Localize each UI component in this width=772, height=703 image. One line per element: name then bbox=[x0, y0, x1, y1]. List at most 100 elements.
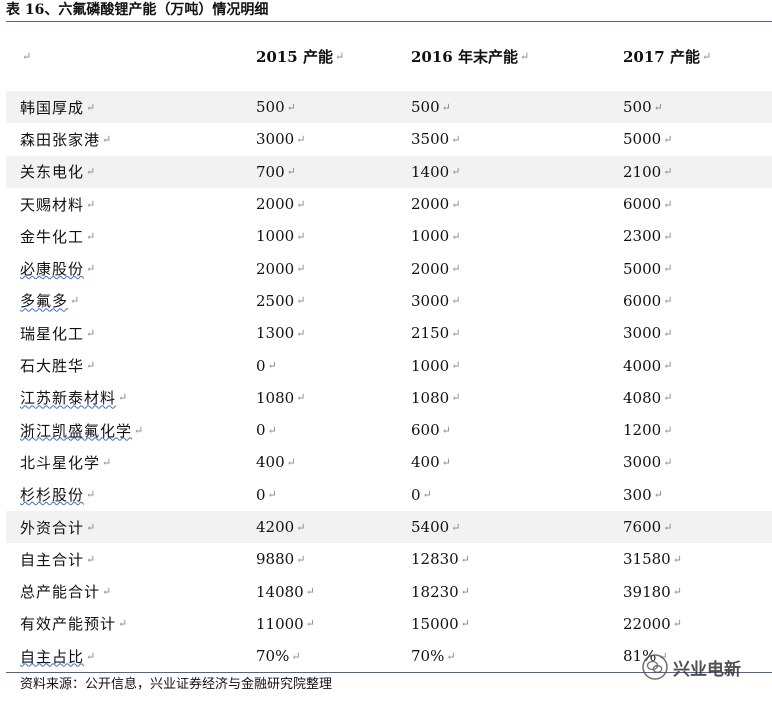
paragraph-mark-icon: ↵ bbox=[451, 359, 461, 373]
capacity-cell: 400 ↵ bbox=[411, 453, 451, 472]
capacity-cell: 2500 ↵ bbox=[256, 291, 306, 310]
company-name-cell: 天赐材料 ↵ bbox=[20, 195, 97, 214]
capacity-cell: 0 ↵ bbox=[256, 421, 277, 440]
paragraph-mark-icon: ↵ bbox=[86, 100, 97, 114]
paragraph-mark-icon: ↵ bbox=[296, 520, 306, 534]
table-row: 总产能合计 ↵ 14080 ↵ 18230 ↵ 39180 ↵ bbox=[6, 575, 772, 607]
paragraph-mark-icon: ↵ bbox=[22, 50, 32, 63]
header-cell-2015: 2015 产能 ↵ bbox=[256, 48, 345, 66]
company-name-cell: 韩国厚成 ↵ bbox=[20, 98, 97, 117]
paragraph-mark-icon: ↵ bbox=[701, 50, 712, 63]
company-name-cell: 必康股份 ↵ bbox=[20, 260, 97, 279]
paragraph-mark-icon: ↵ bbox=[102, 585, 113, 599]
capacity-cell: 14080 ↵ bbox=[256, 582, 315, 601]
paragraph-mark-icon: ↵ bbox=[672, 552, 682, 566]
paragraph-mark-icon: ↵ bbox=[86, 262, 97, 276]
paragraph-mark-icon: ↵ bbox=[86, 552, 97, 566]
capacity-cell: 5400 ↵ bbox=[411, 518, 461, 536]
capacity-cell: 2100 ↵ bbox=[623, 162, 673, 181]
paragraph-mark-icon: ↵ bbox=[422, 488, 432, 502]
wechat-watermark: 兴业电新 bbox=[642, 652, 741, 682]
paragraph-mark-icon: ↵ bbox=[305, 585, 315, 599]
table-row: 杉杉股份 ↵ 0 ↵ 0 ↵ 300 ↵ bbox=[6, 479, 772, 511]
paragraph-mark-icon: ↵ bbox=[86, 488, 97, 502]
capacity-cell: 1000 ↵ bbox=[256, 227, 306, 246]
paragraph-mark-icon: ↵ bbox=[267, 359, 277, 373]
paragraph-mark-icon: ↵ bbox=[134, 423, 145, 437]
paragraph-mark-icon: ↵ bbox=[663, 132, 673, 146]
capacity-cell: 400 ↵ bbox=[256, 453, 296, 472]
paragraph-mark-icon: ↵ bbox=[296, 294, 306, 308]
capacity-cell: 1080 ↵ bbox=[256, 388, 306, 407]
company-name-cell: 有效产能预计 ↵ bbox=[20, 615, 129, 634]
table-row: 森田张家港 ↵ 3000 ↵ 3500 ↵ 5000 ↵ bbox=[6, 123, 772, 155]
company-name-cell: 多氟多 ↵ bbox=[20, 292, 81, 311]
capacity-cell: 4080 ↵ bbox=[623, 388, 673, 407]
paragraph-mark-icon: ↵ bbox=[460, 552, 470, 566]
paragraph-mark-icon: ↵ bbox=[118, 617, 129, 631]
paragraph-mark-icon: ↵ bbox=[519, 50, 530, 63]
paragraph-mark-icon: ↵ bbox=[86, 520, 97, 534]
paragraph-mark-icon: ↵ bbox=[460, 585, 470, 599]
table-row: 北斗星化学 ↵ 400 ↵ 400 ↵ 3000 ↵ bbox=[6, 446, 772, 478]
capacity-cell: 500 ↵ bbox=[623, 98, 663, 117]
company-name-cell: 金牛化工 ↵ bbox=[20, 227, 97, 246]
capacity-cell: 22000 ↵ bbox=[623, 614, 682, 633]
capacity-cell: 3000 ↵ bbox=[623, 453, 673, 472]
watermark-text: 兴业电新 bbox=[673, 659, 741, 680]
paragraph-mark-icon: ↵ bbox=[286, 455, 296, 469]
table-header: ↵ 2015 产能 ↵ 2016 年末产能 ↵ 2017 产能 ↵ bbox=[6, 22, 772, 91]
paragraph-mark-icon: ↵ bbox=[267, 488, 277, 502]
paragraph-mark-icon: ↵ bbox=[663, 455, 673, 469]
paragraph-mark-icon: ↵ bbox=[118, 391, 129, 405]
table-row: 天赐材料 ↵ 2000 ↵ 2000 ↵ 6000 ↵ bbox=[6, 188, 772, 220]
company-name-cell: 瑞星化工 ↵ bbox=[20, 324, 97, 343]
capacity-cell: 2000 ↵ bbox=[411, 259, 461, 278]
paragraph-mark-icon: ↵ bbox=[86, 165, 97, 179]
header-cell-2016: 2016 年末产能 ↵ bbox=[411, 48, 530, 66]
paragraph-mark-icon: ↵ bbox=[663, 294, 673, 308]
capacity-cell: 300 ↵ bbox=[623, 485, 663, 504]
paragraph-mark-icon: ↵ bbox=[86, 197, 97, 211]
table-row: 自主合计 ↵ 9880 ↵ 12830 ↵ 31580 ↵ bbox=[6, 543, 772, 575]
paragraph-mark-icon: ↵ bbox=[451, 132, 461, 146]
paragraph-mark-icon: ↵ bbox=[451, 262, 461, 276]
paragraph-mark-icon: ↵ bbox=[296, 132, 306, 146]
paragraph-mark-icon: ↵ bbox=[672, 585, 682, 599]
paragraph-mark-icon: ↵ bbox=[663, 423, 673, 437]
company-name-cell: 外资合计 ↵ bbox=[20, 518, 97, 537]
paragraph-mark-icon: ↵ bbox=[86, 326, 97, 340]
table-row: 有效产能预计 ↵ 11000 ↵ 15000 ↵ 22000 ↵ bbox=[6, 608, 772, 640]
paragraph-mark-icon: ↵ bbox=[86, 359, 97, 373]
table-row: 浙江凯盛氟化学 ↵ 0 ↵ 600 ↵ 1200 ↵ bbox=[6, 414, 772, 446]
paragraph-mark-icon: ↵ bbox=[663, 326, 673, 340]
paragraph-mark-icon: ↵ bbox=[451, 229, 461, 243]
paragraph-mark-icon: ↵ bbox=[305, 617, 315, 631]
capacity-cell: 9880 ↵ bbox=[256, 550, 306, 569]
paragraph-mark-icon: ↵ bbox=[451, 326, 461, 340]
paragraph-mark-icon: ↵ bbox=[441, 423, 451, 437]
table-title: 表 16、六氟磷酸锂产能（万吨）情况明细 bbox=[6, 2, 269, 18]
paragraph-mark-icon: ↵ bbox=[86, 229, 97, 243]
paragraph-mark-icon: ↵ bbox=[663, 197, 673, 211]
capacity-cell: 500 ↵ bbox=[256, 98, 296, 117]
capacity-cell: 700 ↵ bbox=[256, 162, 296, 181]
capacity-cell: 0 ↵ bbox=[256, 485, 277, 504]
capacity-cell: 1400 ↵ bbox=[411, 162, 461, 181]
wechat-icon bbox=[642, 654, 668, 680]
header-cell-empty: ↵ bbox=[20, 22, 31, 91]
capacity-cell: 2150 ↵ bbox=[411, 324, 461, 343]
paragraph-mark-icon: ↵ bbox=[296, 552, 306, 566]
paragraph-mark-icon: ↵ bbox=[296, 229, 306, 243]
paragraph-mark-icon: ↵ bbox=[102, 455, 113, 469]
company-name-cell: 石大胜华 ↵ bbox=[20, 357, 97, 376]
capacity-cell: 500 ↵ bbox=[411, 98, 451, 117]
company-name-cell: 江苏新泰材料 ↵ bbox=[20, 389, 129, 408]
paragraph-mark-icon: ↵ bbox=[102, 132, 113, 146]
paragraph-mark-icon: ↵ bbox=[663, 391, 673, 405]
capacity-cell: 3000 ↵ bbox=[623, 324, 673, 343]
table-row: 江苏新泰材料 ↵ 1080 ↵ 1080 ↵ 4080 ↵ bbox=[6, 382, 772, 414]
capacity-cell: 600 ↵ bbox=[411, 421, 451, 440]
capacity-cell: 4200 ↵ bbox=[256, 518, 306, 536]
paragraph-mark-icon: ↵ bbox=[451, 197, 461, 211]
